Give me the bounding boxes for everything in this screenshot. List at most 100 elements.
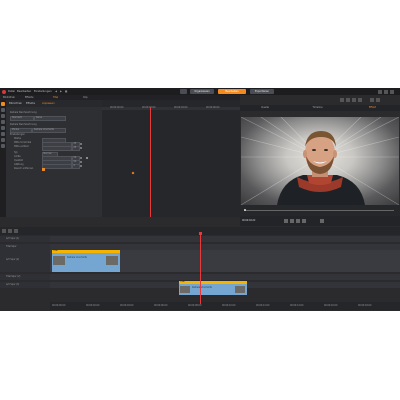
ruler-tick-2: 00:00:04:00 [120, 304, 134, 307]
track-header-3[interactable]: A/V Spur (2) [0, 250, 50, 272]
param-value-6[interactable]: 0 [72, 164, 80, 170]
color-icon[interactable] [1, 108, 5, 112]
clip-2-video[interactable]: Radiale Unschärfe [179, 284, 247, 295]
track-name-1: A/V Spur (1) [6, 236, 20, 240]
clip-2-thumbnail [180, 286, 190, 293]
close-icon[interactable] [390, 89, 394, 94]
ruler-tick-4: 00:00:08:00 [188, 304, 202, 307]
transform-icon[interactable] [1, 132, 5, 136]
preview-tab-effect[interactable]: Effekt [345, 105, 400, 111]
track-header-5[interactable]: A/V Spur (3) [0, 282, 50, 288]
panel-tab-effects[interactable]: Effekte [26, 102, 35, 105]
track-lane-4[interactable] [50, 274, 400, 280]
keyframe-toggle-4[interactable] [80, 156, 83, 159]
param-slider-6[interactable] [42, 164, 72, 170]
param-label-7: Rausch entfernen [14, 167, 34, 170]
track-name-4: Titel-Spur (2) [6, 274, 21, 278]
undo-icon[interactable]: ◀ [55, 90, 57, 93]
layout-icon[interactable] [352, 98, 356, 102]
save-icon[interactable]: ■ [65, 90, 67, 93]
preset-field[interactable]: Standard [10, 116, 34, 122]
audio-icon[interactable] [1, 138, 5, 142]
mode-dropdown[interactable]: Radiale Unschärfe [32, 128, 66, 134]
settings-icon[interactable] [358, 98, 362, 102]
panel-header: Bibliothek Effekte Anpassen [6, 100, 102, 107]
param-slider-2[interactable] [42, 146, 72, 152]
panel-tab-library[interactable]: Bibliothek [9, 102, 22, 105]
preview-tab-source[interactable]: Quelle [240, 105, 290, 111]
track-name-5: A/V Spur (3) [6, 282, 20, 286]
volume-icon[interactable] [320, 219, 324, 223]
panel-minimize-icon[interactable] [370, 98, 374, 102]
crop-icon[interactable] [1, 114, 5, 118]
param-value-2[interactable]: 25 [72, 146, 80, 152]
timeline-add-track-icon[interactable] [8, 229, 12, 233]
track-header-1[interactable]: A/V Spur (1) [0, 236, 50, 242]
text-icon[interactable] [1, 120, 5, 124]
keyframe-toggle-5[interactable] [80, 160, 83, 163]
home-button[interactable] [180, 89, 187, 94]
timeline-settings-icon[interactable] [2, 229, 6, 233]
clip-2[interactable]: Titel Radiale Unschärfe [179, 280, 247, 295]
kf-ruler-tick-3: 00:00:06:00 [206, 106, 220, 109]
redo-icon[interactable]: ▶ [60, 90, 62, 93]
clip-1-thumbnail [53, 256, 65, 265]
zoom-icon[interactable] [340, 98, 344, 102]
stop-icon[interactable] [296, 219, 300, 223]
timeline-playhead-handle[interactable] [198, 232, 202, 235]
keyframe-toggle-2[interactable] [80, 146, 83, 149]
panel-maximize-icon[interactable] [376, 98, 380, 102]
ruler-tick-7: 00:00:14:00 [290, 304, 304, 307]
pen-icon[interactable] [1, 126, 5, 130]
timeline-ruler[interactable]: 00:00:00:00 00:00:02:00 00:00:04:00 00:0… [50, 302, 400, 310]
scrub-track[interactable] [244, 210, 394, 211]
timecode-display: 00:00:04:22 [242, 218, 256, 222]
timeline-snap-icon[interactable] [14, 229, 18, 233]
ruler-tick-1: 00:00:02:00 [86, 304, 100, 307]
clip-1-video[interactable]: Radiale Unschärfe [52, 253, 120, 272]
pause-icon[interactable] [290, 219, 294, 223]
play-icon[interactable] [284, 219, 288, 223]
video-editor-window: Datei Bearbeiten Einstellungen ◀ ▶ ■ Org… [0, 88, 400, 311]
maximize-icon[interactable] [384, 89, 388, 94]
menu-edit[interactable]: Bearbeiten [17, 90, 31, 93]
track-name-2: Titel-Spur [6, 244, 17, 248]
preview-tab-timeline[interactable]: Timeline [290, 105, 345, 111]
mask-icon[interactable] [1, 144, 5, 148]
app-logo-icon [2, 89, 6, 94]
panel-tab-adjust[interactable]: Anpassen [42, 102, 55, 105]
clip-1[interactable]: Titel Radiale Unschärfe [52, 249, 120, 272]
ruler-tick-5: 00:00:10:00 [222, 304, 236, 307]
video-preview[interactable] [241, 117, 399, 205]
mode-export-button[interactable]: Exportieren [250, 89, 274, 94]
ruler-tick-8: 00:00:16:00 [324, 304, 338, 307]
clip-1-thumbnail-end [106, 256, 118, 265]
section-title-2: Radiale Weichzeichnung [10, 123, 37, 126]
ruler-tick-3: 00:00:06:00 [154, 304, 168, 307]
fullscreen-icon[interactable] [346, 98, 350, 102]
minimize-icon[interactable] [378, 89, 382, 94]
mode-organize-button[interactable]: Organisieren [190, 89, 214, 94]
scrub-handle[interactable] [244, 209, 246, 211]
keyframe-toggle-1[interactable] [80, 142, 83, 145]
effect-settings-panel: Bibliothek Effekte Anpassen Radiale Weic… [6, 100, 102, 217]
effects-icon[interactable] [1, 102, 5, 106]
track-header-4[interactable]: Titel-Spur (2) [0, 274, 50, 280]
timeline-playhead[interactable] [200, 234, 201, 304]
param-label-2: Mitte vertikal [14, 145, 29, 148]
keyframe-prev-icon[interactable] [86, 156, 89, 159]
preview-scrubber[interactable] [240, 205, 400, 216]
menu-bar: Datei Bearbeiten Einstellungen ◀ ▶ ■ Org… [0, 88, 400, 95]
keyframe-ruler[interactable]: 00:00:00:00 00:00:02:00 00:00:04:00 00:0… [102, 106, 240, 110]
keyframe-playhead[interactable] [150, 107, 151, 217]
track-lane-1[interactable] [50, 236, 400, 242]
menu-file[interactable]: Datei [8, 90, 15, 93]
mode-edit-button[interactable]: Bearbeiten [218, 89, 246, 94]
track-name-3: A/V Spur (2) [6, 258, 20, 261]
preset-dropdown[interactable]: Keine [34, 116, 66, 122]
keyframe-toggle-6[interactable] [80, 164, 83, 167]
menu-settings[interactable]: Einstellungen [34, 90, 52, 93]
denoise-checkbox[interactable] [42, 168, 45, 171]
loop-icon[interactable] [302, 219, 306, 223]
kf-ruler-tick-0: 00:00:00:00 [110, 106, 124, 109]
